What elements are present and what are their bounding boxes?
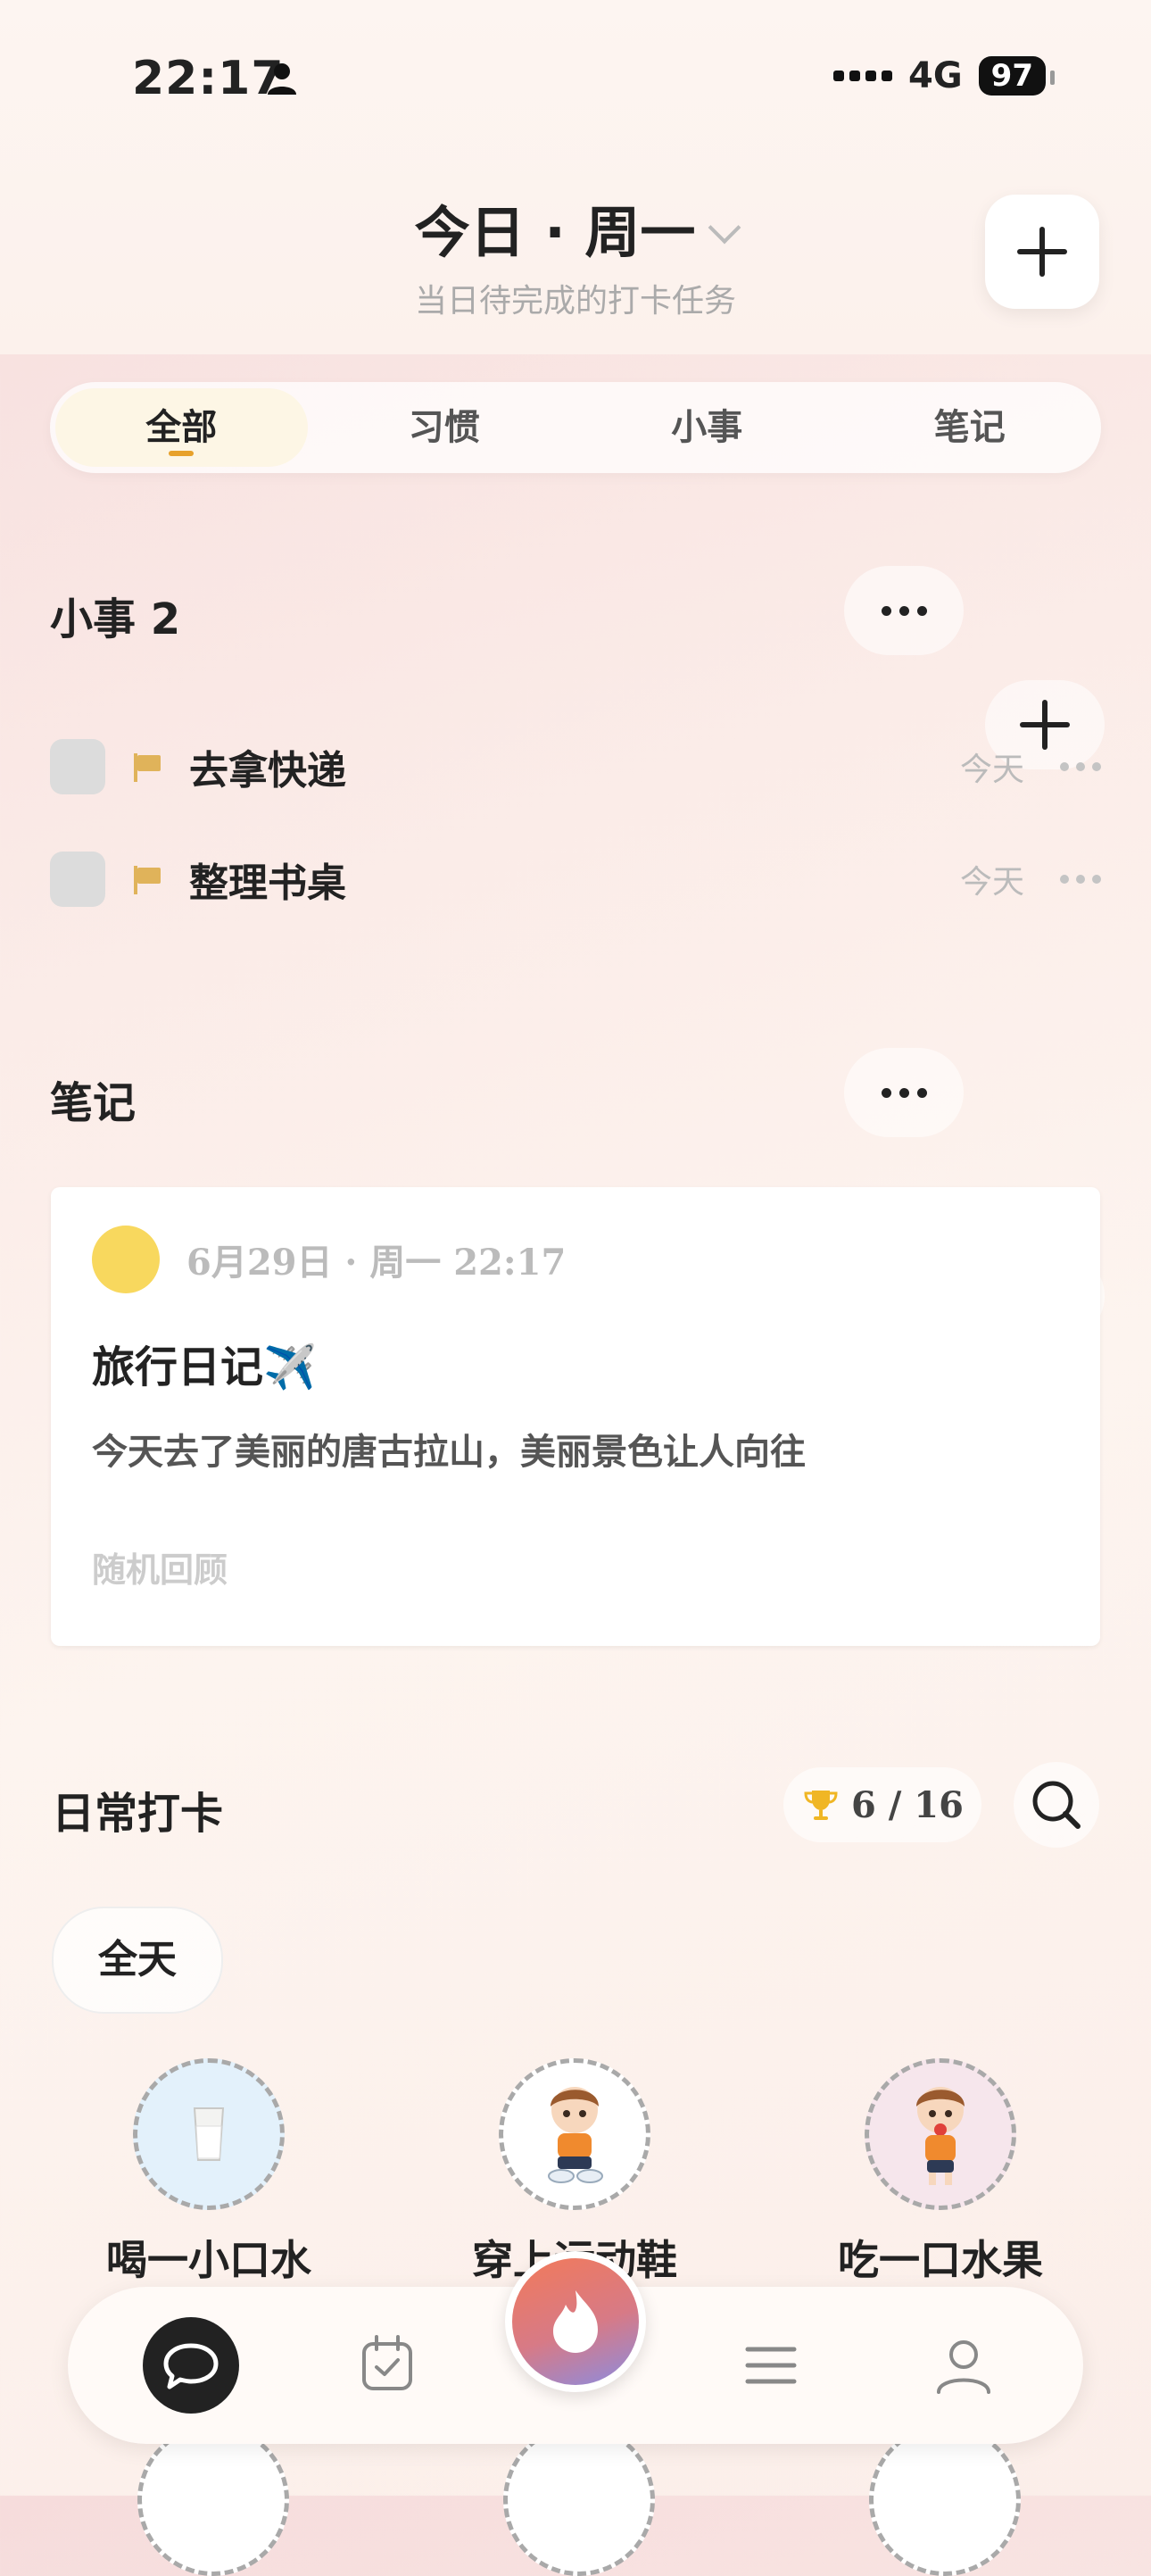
- flag-icon: [132, 864, 162, 894]
- tab-habits[interactable]: 习惯: [319, 388, 571, 467]
- todo-date: 今天: [959, 752, 1024, 788]
- todos-section-title: 小事 2: [50, 594, 181, 644]
- habit-avatar[interactable]: [869, 2424, 1021, 2576]
- chevron-down-icon: [708, 211, 741, 245]
- habit-label: 喝一小口水: [106, 2236, 311, 2284]
- time-filter-allday[interactable]: 全天: [52, 1907, 223, 2014]
- todo-date: 今天: [959, 864, 1024, 901]
- habit-label: 吃一口水果: [838, 2236, 1043, 2284]
- habit-avatar[interactable]: [137, 2424, 289, 2576]
- bottom-nav: [68, 2251, 1083, 2444]
- more-icon[interactable]: [1060, 762, 1101, 771]
- more-icon: [844, 566, 964, 655]
- list-item[interactable]: 整理书桌 今天: [50, 843, 1101, 915]
- tab-todos[interactable]: 小事: [581, 388, 833, 467]
- page-title-text: 今日 · 周一: [414, 200, 696, 265]
- trophy-icon: [804, 1791, 838, 1820]
- todo-checkbox[interactable]: [50, 739, 105, 794]
- todo-text: 去拿快递: [189, 748, 346, 794]
- nav-chat-button[interactable]: [143, 2317, 239, 2414]
- status-right: 4G 97: [833, 55, 1056, 96]
- flame-icon-bg: [512, 2258, 639, 2385]
- todos-more-button[interactable]: [844, 566, 964, 655]
- notes-more-button[interactable]: [844, 1048, 964, 1137]
- flag-icon: [132, 752, 162, 782]
- weather-sun-icon: [92, 1226, 160, 1293]
- todo-text: 整理书桌: [189, 860, 346, 906]
- daily-section-title: 日常打卡: [52, 1789, 224, 1839]
- signal-icon: [833, 71, 892, 81]
- more-icon[interactable]: [1060, 875, 1101, 884]
- network-type: 4G: [908, 55, 963, 96]
- list-item[interactable]: 去拿快递 今天: [50, 731, 1101, 802]
- note-title: 旅行日记✈️: [92, 1342, 317, 1392]
- note-body: 今天去了美丽的唐古拉山，美丽景色让人向往: [92, 1432, 806, 1473]
- flame-icon: [553, 2290, 598, 2353]
- tab-notes[interactable]: 笔记: [844, 388, 1097, 467]
- note-card[interactable]: 6月29日 · 周一 22:17 旅行日记✈️ 今天去了美丽的唐古拉山，美丽景色…: [51, 1187, 1100, 1646]
- habit-item[interactable]: 喝一小口水: [75, 2058, 343, 2287]
- chat-bubble-icon: [163, 2343, 219, 2389]
- profile-icon[interactable]: [926, 2328, 1001, 2403]
- menu-list-icon[interactable]: [735, 2330, 807, 2401]
- search-button[interactable]: [1014, 1762, 1099, 1848]
- habit-avatar[interactable]: [503, 2424, 655, 2576]
- person-icon: [268, 63, 296, 95]
- more-icon: [844, 1048, 964, 1137]
- progress-badge[interactable]: 6 / 16: [783, 1767, 981, 1842]
- battery-level: 97: [978, 56, 1056, 96]
- note-date: 6月29日 · 周一 22:17: [186, 1242, 567, 1284]
- page-title[interactable]: 今日 · 周一: [0, 187, 1151, 268]
- search-icon: [1032, 1781, 1081, 1829]
- tab-all[interactable]: 全部: [55, 388, 308, 467]
- progress-count: 6 / 16: [851, 1783, 964, 1826]
- nav-checkin-button[interactable]: [505, 2251, 646, 2392]
- calendar-check-icon[interactable]: [352, 2330, 423, 2401]
- notes-section-title: 笔记: [50, 1078, 137, 1128]
- boy-fruit-icon: [916, 2087, 965, 2185]
- habit-avatar: [133, 2058, 285, 2210]
- add-task-button[interactable]: [985, 195, 1099, 309]
- status-time: 22:17: [132, 52, 285, 105]
- habit-avatar: [865, 2058, 1016, 2210]
- random-review-link[interactable]: 随机回顾: [92, 1542, 228, 1591]
- filter-tabs: 全部 习惯 小事 笔记: [50, 382, 1101, 473]
- glass-of-water-icon: [193, 2107, 225, 2161]
- page-subtitle: 当日待完成的打卡任务: [414, 283, 736, 320]
- habit-item[interactable]: 吃一口水果: [807, 2058, 1074, 2287]
- habit-avatar: [499, 2058, 650, 2210]
- todo-checkbox[interactable]: [50, 852, 105, 907]
- boy-sneakers-icon: [548, 2087, 603, 2183]
